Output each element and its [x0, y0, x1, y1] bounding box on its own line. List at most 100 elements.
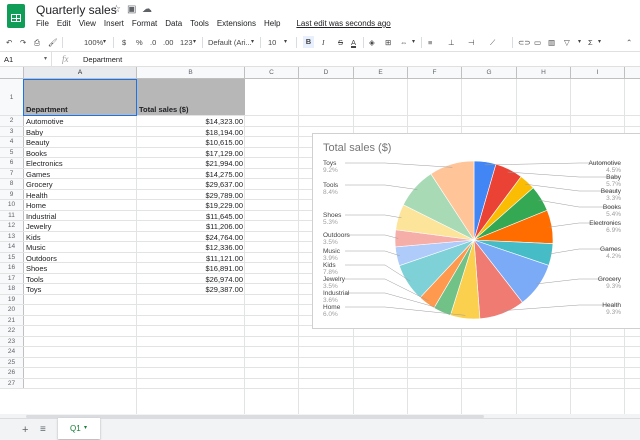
cloud-status-icon[interactable]: ☁ [142, 4, 152, 15]
cell-total-sales[interactable]: $11,121.00 [137, 253, 245, 263]
italic-button[interactable]: I [322, 38, 325, 47]
last-edit-link[interactable]: Last edit was seconds ago [296, 19, 390, 28]
sheets-logo-icon[interactable] [7, 4, 25, 28]
cell-department[interactable]: Beauty [24, 137, 137, 147]
cell-department[interactable]: Home [24, 200, 137, 210]
menu-help[interactable]: Help [264, 19, 280, 28]
cell-department[interactable]: Music [24, 242, 137, 252]
text-rotation-icon[interactable]: ⟋ [490, 38, 495, 48]
cell-department[interactable]: Outdoors [24, 253, 137, 263]
cell-department[interactable] [24, 316, 137, 326]
cell-department[interactable]: Games [24, 169, 137, 179]
cell-department[interactable] [24, 347, 137, 357]
row-header[interactable]: 9 [0, 189, 24, 199]
column-header-f[interactable]: F [408, 67, 462, 78]
row-header[interactable]: 7 [0, 168, 24, 178]
row-header[interactable]: 19 [0, 294, 24, 304]
sheet-tab-dropdown-icon[interactable]: ▾ [84, 424, 87, 431]
add-sheet-icon[interactable]: + [22, 424, 28, 436]
cell-department[interactable] [24, 326, 137, 336]
cell-total-sales[interactable]: $17,129.00 [137, 148, 245, 158]
row-header[interactable]: 15 [0, 252, 24, 262]
row-header[interactable]: 10 [0, 200, 24, 210]
menu-tools[interactable]: Tools [190, 19, 209, 28]
row-header[interactable]: 13 [0, 231, 24, 241]
vertical-align-icon[interactable]: ⊥ [448, 38, 455, 47]
row-header[interactable]: 4 [0, 137, 24, 147]
functions-dropdown-icon[interactable]: ▾ [598, 38, 601, 45]
cell-total-sales[interactable]: $19,229.00 [137, 200, 245, 210]
cell-total-sales[interactable]: Total sales ($) [137, 79, 245, 115]
cell-total-sales[interactable]: $12,336.00 [137, 242, 245, 252]
cell-total-sales[interactable]: $14,275.00 [137, 169, 245, 179]
cell-department[interactable] [24, 337, 137, 347]
row-header[interactable]: 23 [0, 336, 24, 346]
cell-total-sales[interactable]: $29,637.00 [137, 179, 245, 189]
menu-extensions[interactable]: Extensions [217, 19, 256, 28]
cell-department[interactable] [24, 368, 137, 378]
currency-format-button[interactable]: $ [122, 38, 126, 47]
insert-chart-icon[interactable]: ▥ [548, 38, 555, 47]
text-wrapping-icon[interactable]: ⊣ [468, 38, 475, 47]
column-header-g[interactable]: G [462, 67, 517, 78]
row-header[interactable]: 1 [0, 79, 24, 115]
row-header[interactable]: 14 [0, 242, 24, 252]
font-family-select[interactable]: Default (Ari... [208, 38, 252, 47]
row-header[interactable]: 6 [0, 158, 24, 168]
menu-file[interactable]: File [36, 19, 49, 28]
row-header[interactable]: 16 [0, 263, 24, 273]
document-title[interactable]: Quarterly sales [36, 3, 117, 17]
insert-comment-icon[interactable]: ▭ [534, 38, 541, 47]
cell-department[interactable]: Industrial [24, 211, 137, 221]
cell-total-sales[interactable]: $14,323.00 [137, 116, 245, 126]
column-header-a[interactable]: A [24, 67, 137, 78]
cell-department[interactable]: Baby [24, 127, 137, 137]
paint-format-icon[interactable]: 🖌 [48, 38, 58, 47]
collapse-menus-icon[interactable]: ⌃ [626, 38, 632, 47]
row-header[interactable]: 12 [0, 221, 24, 231]
more-formats-dropdown-icon[interactable]: ▾ [193, 38, 196, 45]
cell-department[interactable] [24, 379, 137, 389]
cell-total-sales[interactable] [137, 295, 245, 305]
column-header-i[interactable]: I [571, 67, 625, 78]
pie-chart[interactable]: Total sales ($) Automotive 4.5% Baby 5.7% Be… [312, 133, 640, 329]
column-header-c[interactable]: C [245, 67, 299, 78]
zoom-select[interactable]: 100% [84, 38, 103, 47]
row-header[interactable]: 25 [0, 357, 24, 367]
cell-total-sales[interactable]: $11,645.00 [137, 211, 245, 221]
cell-department[interactable]: Books [24, 148, 137, 158]
row-header[interactable]: 17 [0, 273, 24, 283]
star-icon[interactable]: ☆ [112, 4, 121, 15]
cell-total-sales[interactable]: $21,994.00 [137, 158, 245, 168]
cell-total-sales[interactable] [137, 316, 245, 326]
print-icon[interactable]: ⎙ [34, 38, 40, 48]
row-header[interactable]: 22 [0, 326, 24, 336]
cell-department[interactable] [24, 305, 137, 315]
decrease-decimal-button[interactable]: .0 [150, 38, 156, 47]
merge-dropdown-icon[interactable]: ▾ [412, 38, 415, 45]
cell-department[interactable]: Tools [24, 274, 137, 284]
cell-total-sales[interactable] [137, 326, 245, 336]
cell-total-sales[interactable]: $24,764.00 [137, 232, 245, 242]
cell-total-sales[interactable]: $29,387.00 [137, 284, 245, 294]
cell-department[interactable] [24, 358, 137, 368]
filter-dropdown-icon[interactable]: ▾ [578, 38, 581, 45]
font-size-dropdown-icon[interactable]: ▾ [284, 38, 287, 45]
cell-total-sales[interactable]: $18,194.00 [137, 127, 245, 137]
row-header[interactable]: 27 [0, 378, 24, 388]
cell-department[interactable]: Jewelry [24, 221, 137, 231]
formula-input[interactable]: Department [83, 55, 122, 64]
column-header-e[interactable]: E [354, 67, 408, 78]
move-folder-icon[interactable]: ▣ [127, 4, 136, 15]
cell-department[interactable]: Grocery [24, 179, 137, 189]
cell-department[interactable]: Toys [24, 284, 137, 294]
percent-format-button[interactable]: % [136, 38, 143, 47]
name-box-dropdown-icon[interactable]: ▾ [44, 55, 47, 62]
increase-decimal-button[interactable]: .00 [163, 38, 173, 47]
select-all-corner[interactable] [0, 67, 24, 78]
undo-icon[interactable]: ↶ [6, 38, 12, 47]
column-header-h[interactable]: H [517, 67, 571, 78]
cell-department[interactable]: Electronics [24, 158, 137, 168]
column-header-b[interactable]: B [137, 67, 245, 78]
redo-icon[interactable]: ↷ [20, 38, 26, 47]
